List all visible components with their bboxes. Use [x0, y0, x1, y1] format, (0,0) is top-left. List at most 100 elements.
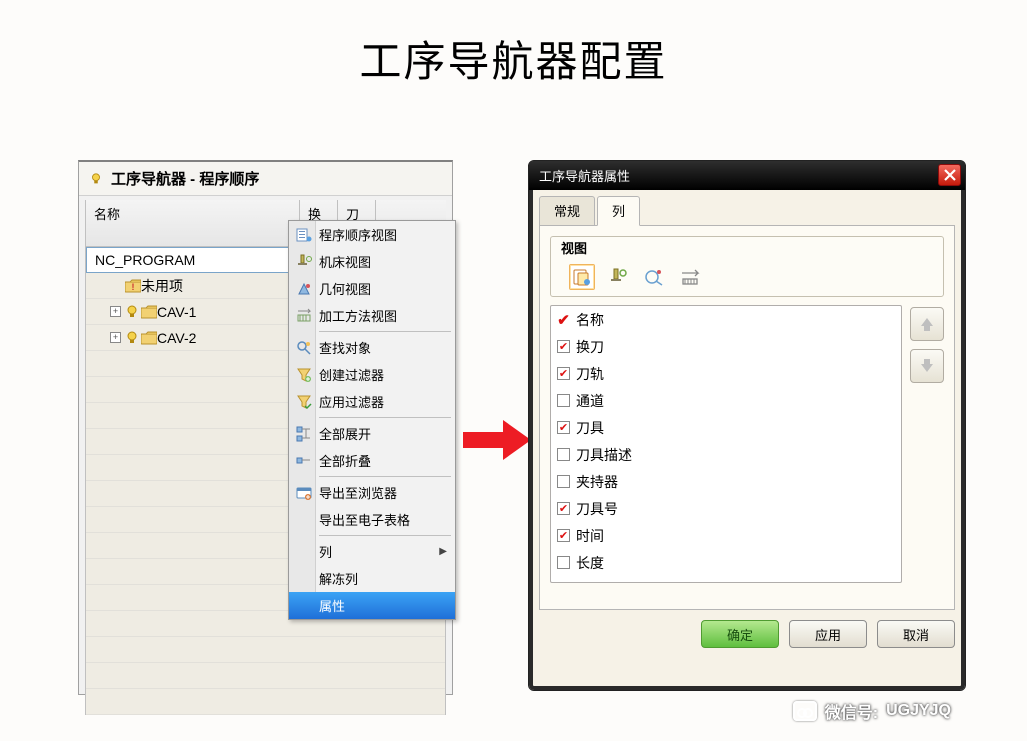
column-option-label: 刀轨 [576, 364, 604, 384]
move-up-button[interactable] [910, 307, 944, 341]
column-option[interactable]: 夹持器 [551, 468, 901, 495]
menu-item[interactable]: 几何视图 [289, 275, 455, 302]
tree-row-empty [86, 689, 445, 715]
view-btn-machine[interactable] [605, 264, 631, 290]
view-btn-program[interactable] [569, 264, 595, 290]
column-option[interactable]: ✔ 刀具 [551, 414, 901, 441]
menu-item-label: 几何视图 [319, 279, 455, 298]
view-group-title: 视图 [561, 238, 935, 259]
menu-item[interactable]: 加工方法视图 [289, 302, 455, 329]
find-icon [295, 339, 313, 357]
blank-icon [295, 543, 313, 561]
watermark: 微信号: UGJYJQ [793, 699, 951, 723]
dialog-button-row: 确定 应用 取消 [539, 620, 955, 648]
column-option[interactable]: 长度 [551, 549, 901, 576]
view-group: 视图 [550, 236, 944, 297]
folder-warn-icon: ! [125, 279, 141, 293]
tree-row-label: 未用项 [141, 276, 183, 296]
menu-item[interactable]: 全部折叠 [289, 447, 455, 474]
menu-separator [319, 331, 451, 332]
view-toolbar [561, 262, 935, 290]
export-browser-icon [295, 484, 313, 502]
menu-item-label: 全部折叠 [319, 451, 455, 470]
arrow-down-icon [918, 357, 936, 375]
tab-general[interactable]: 常规 [539, 196, 595, 225]
column-option[interactable]: 刀具描述 [551, 441, 901, 468]
tab-panel-columns: 视图 ✔名称✔换刀✔刀轨通道✔刀具刀具 [539, 225, 955, 610]
menu-item[interactable]: 导出至电子表格 [289, 506, 455, 533]
column-option[interactable]: ✔ 刀轨 [551, 360, 901, 387]
apply-button[interactable]: 应用 [789, 620, 867, 648]
menu-item-label: 属性 [319, 596, 455, 615]
menu-item-label: 创建过滤器 [319, 365, 455, 384]
menu-item-label: 列 [319, 542, 439, 561]
close-button[interactable] [938, 164, 961, 186]
seq-view-icon [295, 226, 313, 244]
column-option[interactable]: ✔名称 [551, 306, 901, 333]
blank-icon [295, 570, 313, 588]
wechat-icon [793, 701, 817, 721]
menu-items: 程序顺序视图机床视图几何视图加工方法视图查找对象创建过滤器应用过滤器全部展开全部… [289, 221, 455, 619]
watermark-id: UGJYJQ [886, 702, 951, 720]
menu-item-label: 导出至浏览器 [319, 483, 455, 502]
ok-button[interactable]: 确定 [701, 620, 779, 648]
menu-item[interactable]: 解冻列 [289, 565, 455, 592]
expander-icon[interactable]: + [110, 332, 121, 343]
checkbox[interactable]: ✔ [557, 421, 570, 434]
navigator-title: 工序导航器 - 程序顺序 [111, 168, 259, 189]
view-btn-geometry[interactable] [641, 264, 667, 290]
column-option[interactable]: 通道 [551, 387, 901, 414]
tree-row-empty [86, 663, 445, 689]
checkbox[interactable] [557, 448, 570, 461]
context-menu: 程序顺序视图机床视图几何视图加工方法视图查找对象创建过滤器应用过滤器全部展开全部… [288, 220, 456, 620]
view-btn-method[interactable] [677, 264, 703, 290]
menu-item-label: 加工方法视图 [319, 306, 455, 325]
checkbox[interactable]: ✔ [557, 340, 570, 353]
expander-icon[interactable]: + [110, 306, 121, 317]
menu-item[interactable]: 机床视图 [289, 248, 455, 275]
column-header-name[interactable]: 名称 [85, 200, 300, 246]
column-list[interactable]: ✔名称✔换刀✔刀轨通道✔刀具刀具描述夹持器✔刀具号✔时间长度 [550, 305, 902, 583]
menu-item[interactable]: 创建过滤器 [289, 361, 455, 388]
expand-all-icon [295, 425, 313, 443]
menu-item[interactable]: 导出至浏览器 [289, 479, 455, 506]
tree-row-label: CAV-2 [157, 330, 196, 346]
column-option-label: 换刀 [576, 337, 604, 357]
column-option[interactable]: ✔时间 [551, 522, 901, 549]
menu-item[interactable]: 属性 [289, 592, 455, 619]
menu-item[interactable]: 查找对象 [289, 334, 455, 361]
tree-row-label: NC_PROGRAM [95, 252, 195, 268]
column-option[interactable]: ✔刀具号 [551, 495, 901, 522]
menu-item[interactable]: 全部展开 [289, 420, 455, 447]
menu-item-label: 导出至电子表格 [319, 510, 455, 529]
menu-item[interactable]: 程序顺序视图 [289, 221, 455, 248]
close-icon [944, 169, 956, 181]
navigator-icon [89, 172, 103, 186]
move-down-button[interactable] [910, 349, 944, 383]
checkbox[interactable] [557, 556, 570, 569]
checkbox[interactable]: ✔ [557, 502, 570, 515]
menu-item[interactable]: 应用过滤器 [289, 388, 455, 415]
tab-columns[interactable]: 列 [597, 196, 640, 226]
properties-dialog: 工序导航器属性 常规 列 视图 [528, 160, 966, 691]
menu-separator [319, 476, 451, 477]
checkbox[interactable] [557, 394, 570, 407]
tree-row-empty [86, 637, 445, 663]
machine-view-icon [295, 253, 313, 271]
svg-text:!: ! [132, 282, 135, 292]
dialog-body: 常规 列 视图 [529, 190, 965, 658]
checkbox[interactable] [557, 475, 570, 488]
navigator-header: 工序导航器 - 程序顺序 [79, 162, 452, 196]
checkbox[interactable]: ✔ [557, 529, 570, 542]
menu-item-label: 查找对象 [319, 338, 455, 357]
dialog-titlebar: 工序导航器属性 [529, 161, 965, 190]
cancel-button[interactable]: 取消 [877, 620, 955, 648]
checkmark-locked-icon: ✔ [557, 313, 570, 326]
filter-apply-icon [295, 393, 313, 411]
checkbox[interactable]: ✔ [557, 367, 570, 380]
column-option[interactable]: ✔ 换刀 [551, 333, 901, 360]
bulb-icon [125, 305, 139, 319]
folder-icon [141, 331, 157, 345]
menu-item[interactable]: 列▶ [289, 538, 455, 565]
column-option-label: 刀具 [576, 418, 604, 438]
